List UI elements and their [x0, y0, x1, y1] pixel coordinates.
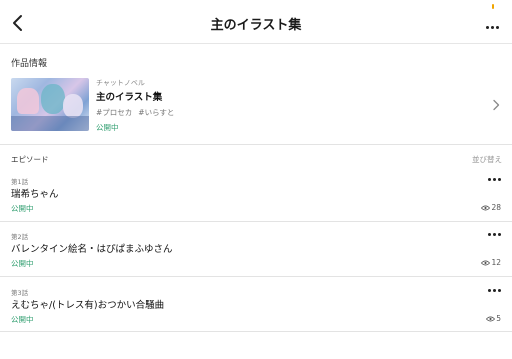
view-count: 12 — [491, 258, 501, 267]
work-thumbnail — [11, 78, 89, 131]
tag[interactable]: #いらすと — [138, 108, 174, 117]
view-count: 5 — [496, 314, 501, 323]
work-tags: #プロセカ #いらすと — [96, 107, 180, 118]
work-status: 公開中 — [96, 123, 119, 132]
episode-status: 公開中 — [11, 315, 34, 324]
episode-views: 5 — [486, 314, 501, 323]
more-icon[interactable] — [484, 24, 502, 32]
sort-button[interactable]: 並び替え — [472, 154, 502, 165]
episode-row[interactable]: 第3話 えむちゃ/(トレス有)おつかい合騒曲 公開中 5 — [0, 283, 512, 338]
episode-number: 第3話 — [11, 289, 29, 297]
episode-views: 28 — [481, 203, 501, 212]
header: 主のイラスト集 — [0, 0, 512, 44]
more-icon[interactable] — [486, 287, 504, 295]
view-count: 28 — [491, 203, 501, 212]
notification-dot — [492, 4, 494, 9]
episode-status: 公開中 — [11, 259, 34, 268]
episode-row[interactable]: 第1話 瑞希ちゃん 公開中 28 — [0, 172, 512, 227]
divider — [0, 144, 512, 145]
work-info-label: 作品情報 — [11, 59, 48, 69]
more-icon[interactable] — [486, 176, 504, 184]
chevron-right-icon — [493, 99, 500, 111]
more-icon[interactable] — [486, 231, 504, 239]
app: 主のイラスト集 作品情報 チャットノベル 主のイラスト集 #プロセカ #いらすと … — [0, 0, 512, 359]
episode-title: 瑞希ちゃん — [11, 189, 59, 200]
eye-icon — [481, 260, 491, 265]
divider — [0, 276, 512, 277]
work-category: チャットノベル — [96, 79, 145, 87]
divider — [0, 221, 512, 222]
tag[interactable]: #プロセカ — [96, 108, 132, 117]
eye-icon — [481, 205, 491, 210]
work-title: 主のイラスト集 — [96, 92, 163, 103]
divider — [0, 331, 512, 332]
episodes-label: エピソード — [11, 155, 49, 164]
episode-row[interactable]: 第2話 バレンタイン絵名・はぴぱまふゆさん 公開中 12 — [0, 227, 512, 282]
episode-title: バレンタイン絵名・はぴぱまふゆさん — [11, 244, 173, 255]
episode-status: 公開中 — [11, 204, 34, 213]
page-title: 主のイラスト集 — [210, 18, 302, 33]
eye-icon — [486, 316, 496, 321]
episode-number: 第2話 — [11, 233, 29, 241]
episode-views: 12 — [481, 258, 501, 267]
episode-number: 第1話 — [11, 178, 29, 186]
work-card[interactable]: チャットノベル 主のイラスト集 #プロセカ #いらすと 公開中 — [0, 72, 512, 138]
episode-title: えむちゃ/(トレス有)おつかい合騒曲 — [11, 300, 165, 311]
